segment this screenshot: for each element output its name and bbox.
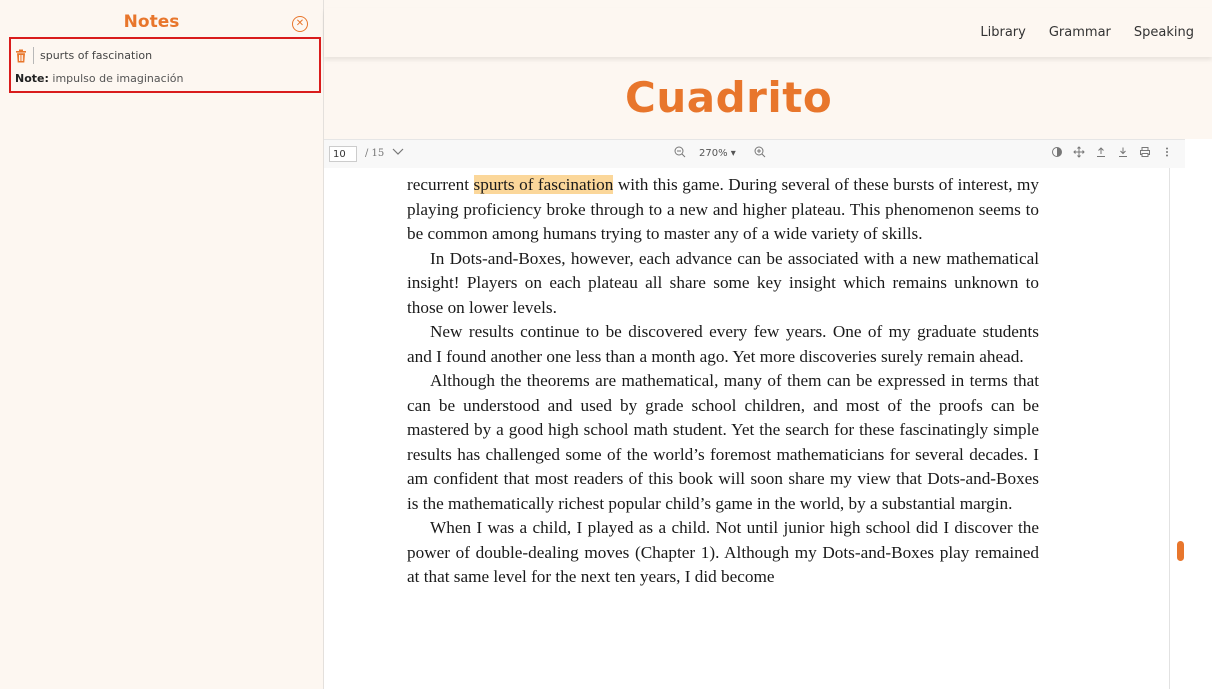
note-card[interactable]: spurts of fascination Note: impulso de i… bbox=[9, 37, 321, 93]
paragraph: When I was a child, I played as a child.… bbox=[407, 518, 1039, 586]
trash-icon[interactable] bbox=[15, 48, 27, 63]
paragraph: recurrent spurts of fascination with thi… bbox=[407, 173, 1039, 247]
notes-sidebar: Notes ✕ spurts of fascination Note: impu… bbox=[0, 0, 324, 689]
more-icon[interactable] bbox=[1161, 146, 1173, 158]
sidebar-title: Notes bbox=[123, 12, 180, 32]
zoom-select[interactable]: 270% ▾ bbox=[699, 148, 736, 159]
print-icon[interactable] bbox=[1139, 146, 1151, 158]
contrast-icon[interactable] bbox=[1051, 146, 1063, 158]
scrollbar-thumb[interactable] bbox=[1177, 541, 1184, 561]
nav-grammar[interactable]: Grammar bbox=[1049, 25, 1111, 40]
note-quote: spurts of fascination bbox=[40, 48, 153, 62]
top-nav-bar: Library Grammar Speaking bbox=[324, 8, 1212, 57]
nav-library[interactable]: Library bbox=[980, 25, 1025, 40]
note-text-row: Note: impulso de imaginación bbox=[15, 72, 183, 85]
paragraph: In Dots-and-Boxes, however, each advance… bbox=[407, 248, 1039, 317]
note-text: impulso de imaginación bbox=[52, 72, 184, 85]
pdf-toolbar: / 15 270% ▾ bbox=[324, 139, 1185, 169]
close-icon[interactable]: ✕ bbox=[292, 16, 308, 32]
main-nav: Library Grammar Speaking bbox=[980, 25, 1194, 40]
download-icon[interactable] bbox=[1117, 146, 1129, 158]
page-scrollbar-track[interactable] bbox=[1185, 139, 1212, 689]
zoom-out-icon[interactable] bbox=[674, 146, 686, 158]
page-text: recurrent spurts of fascination with thi… bbox=[407, 173, 1039, 590]
page-total: / 15 bbox=[365, 148, 385, 159]
upload-icon[interactable] bbox=[1095, 146, 1107, 158]
nav-speaking[interactable]: Speaking bbox=[1134, 25, 1194, 40]
chevron-down-icon[interactable] bbox=[391, 146, 405, 158]
brand-title: Cuadrito bbox=[625, 73, 833, 122]
zoom-in-icon[interactable] bbox=[754, 146, 766, 158]
paragraph: Although the theorems are mathematical, … bbox=[407, 371, 1039, 513]
note-label: Note: bbox=[15, 72, 49, 85]
text-run: recurrent bbox=[407, 175, 474, 194]
paragraph: New results continue to be discovered ev… bbox=[407, 322, 1039, 366]
highlighted-text[interactable]: spurts of fascination bbox=[473, 175, 614, 194]
viewer-tools bbox=[1051, 146, 1173, 158]
move-icon[interactable] bbox=[1073, 146, 1085, 158]
pdf-viewport[interactable]: recurrent spurts of fascination with thi… bbox=[324, 168, 1185, 689]
page-number-input[interactable] bbox=[329, 146, 357, 162]
divider bbox=[33, 46, 34, 64]
pdf-page: recurrent spurts of fascination with thi… bbox=[324, 168, 1170, 689]
